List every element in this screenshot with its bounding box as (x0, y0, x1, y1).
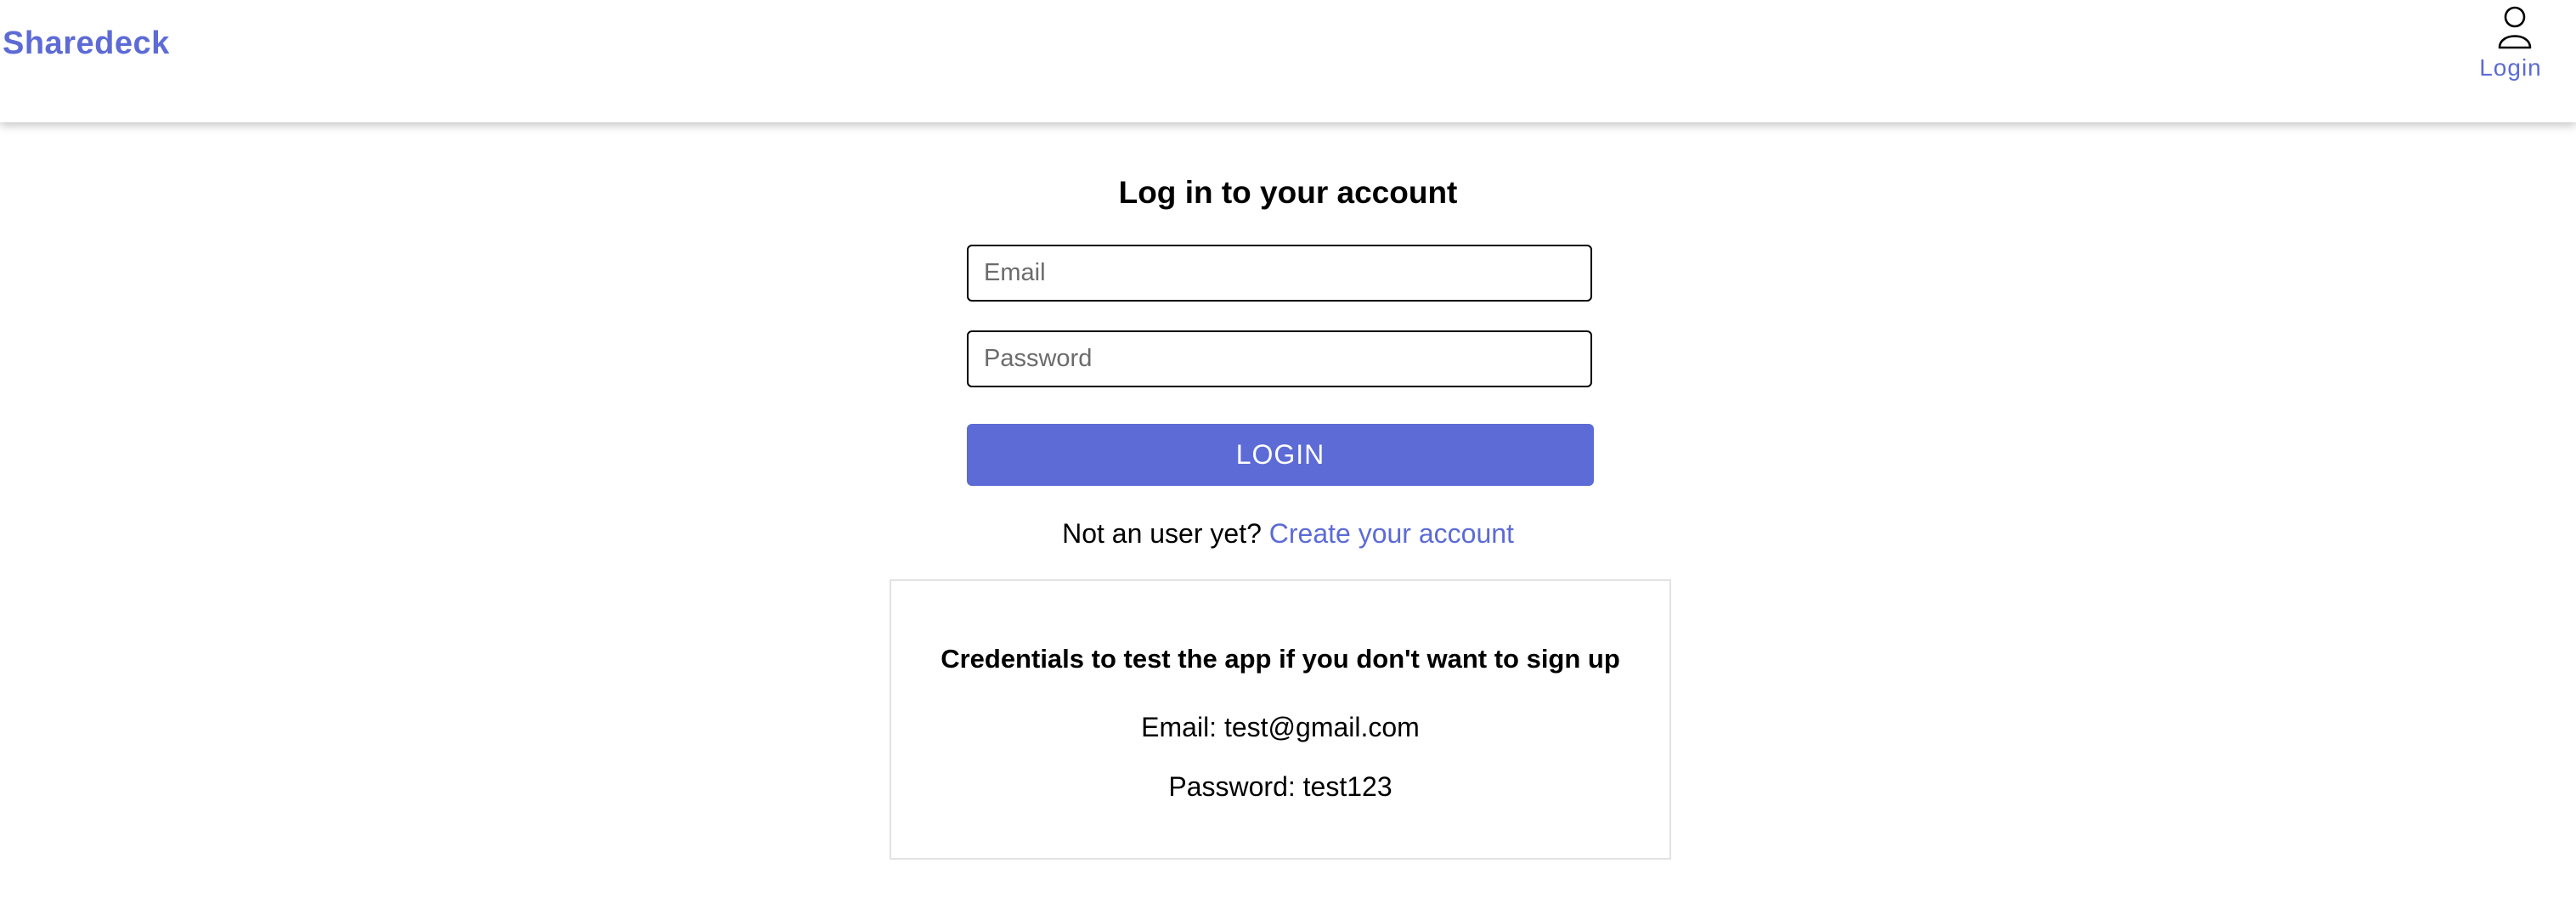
user-icon (2498, 6, 2532, 49)
credentials-title: Credentials to test the app if you don't… (941, 644, 1620, 674)
signup-prompt: Not an user yet? Create your account (863, 518, 1713, 550)
nav-login-label: Login (2479, 54, 2542, 81)
page-title: Log in to your account (1118, 175, 1458, 210)
test-credentials-card: Credentials to test the app if you don't… (890, 579, 1671, 860)
email-field[interactable] (967, 245, 1592, 302)
create-account-link[interactable]: Create your account (1269, 518, 1514, 549)
login-page: Log in to your account LOGIN Not an user… (0, 122, 2576, 897)
signup-prompt-text: Not an user yet? (1062, 518, 1269, 549)
credentials-email: Email: test@gmail.com (1141, 712, 1420, 742)
brand-logo[interactable]: Sharedeck (3, 25, 170, 62)
top-navbar: Sharedeck Login (0, 0, 2576, 122)
password-field[interactable] (967, 330, 1592, 387)
credentials-password: Password: test123 (1168, 771, 1393, 802)
login-button[interactable]: LOGIN (967, 424, 1594, 486)
nav-login-button[interactable]: Login (2468, 5, 2553, 90)
